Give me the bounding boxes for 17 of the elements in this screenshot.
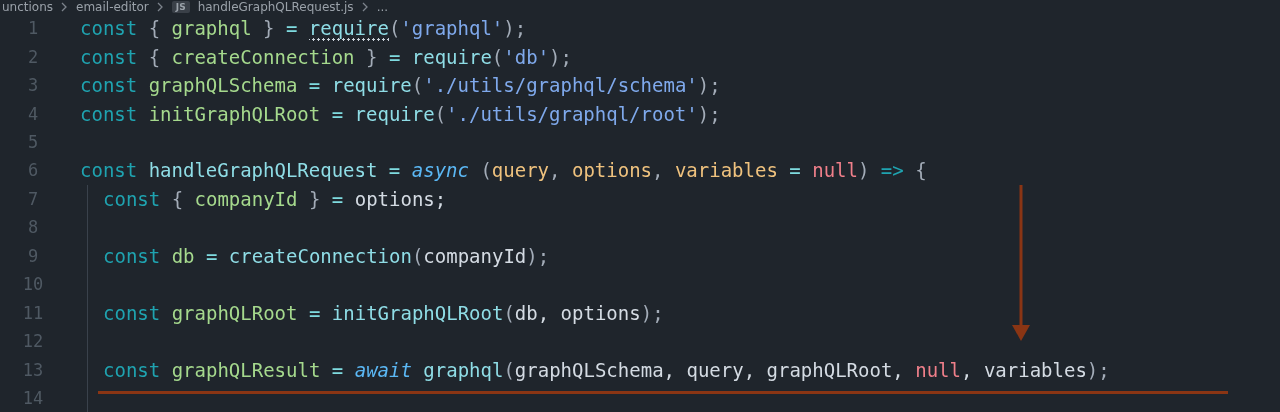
code-line: const graphQLRoot = initGraphQLRoot(db, options); bbox=[103, 301, 664, 324]
code-line: const graphQLResult = await graphql(graphQLSchema, query, graphQLRoot, null, variables); bbox=[103, 358, 1110, 381]
code-line: const handleGraphQLRequest = async (query, options, variables = null) => { bbox=[80, 159, 927, 182]
breadcrumb-item[interactable]: unctions bbox=[2, 0, 54, 14]
code-line: const { graphql } = require('graphql'); bbox=[80, 17, 527, 40]
breadcrumb-item[interactable]: email-editor bbox=[76, 0, 149, 14]
chevron-icon bbox=[61, 2, 69, 12]
code-line: const graphQLSchema = require('./utils/graphql/schema'); bbox=[80, 74, 721, 97]
chevron-icon bbox=[361, 2, 369, 12]
breadcrumb-item[interactable]: ... bbox=[376, 0, 389, 14]
code-line: const { createConnection } = require('db'); bbox=[80, 45, 572, 68]
file-type-badge: JS bbox=[171, 1, 190, 13]
code-line: const initGraphQLRoot = require('./utils/graphql/root'); bbox=[80, 102, 721, 125]
code-line: const db = createConnection(companyId); bbox=[103, 244, 550, 267]
code-line: const { companyId } = options; bbox=[103, 187, 447, 210]
breadcrumb-item[interactable]: handleGraphQLRequest.js bbox=[197, 0, 354, 14]
chevron-icon bbox=[156, 2, 164, 12]
